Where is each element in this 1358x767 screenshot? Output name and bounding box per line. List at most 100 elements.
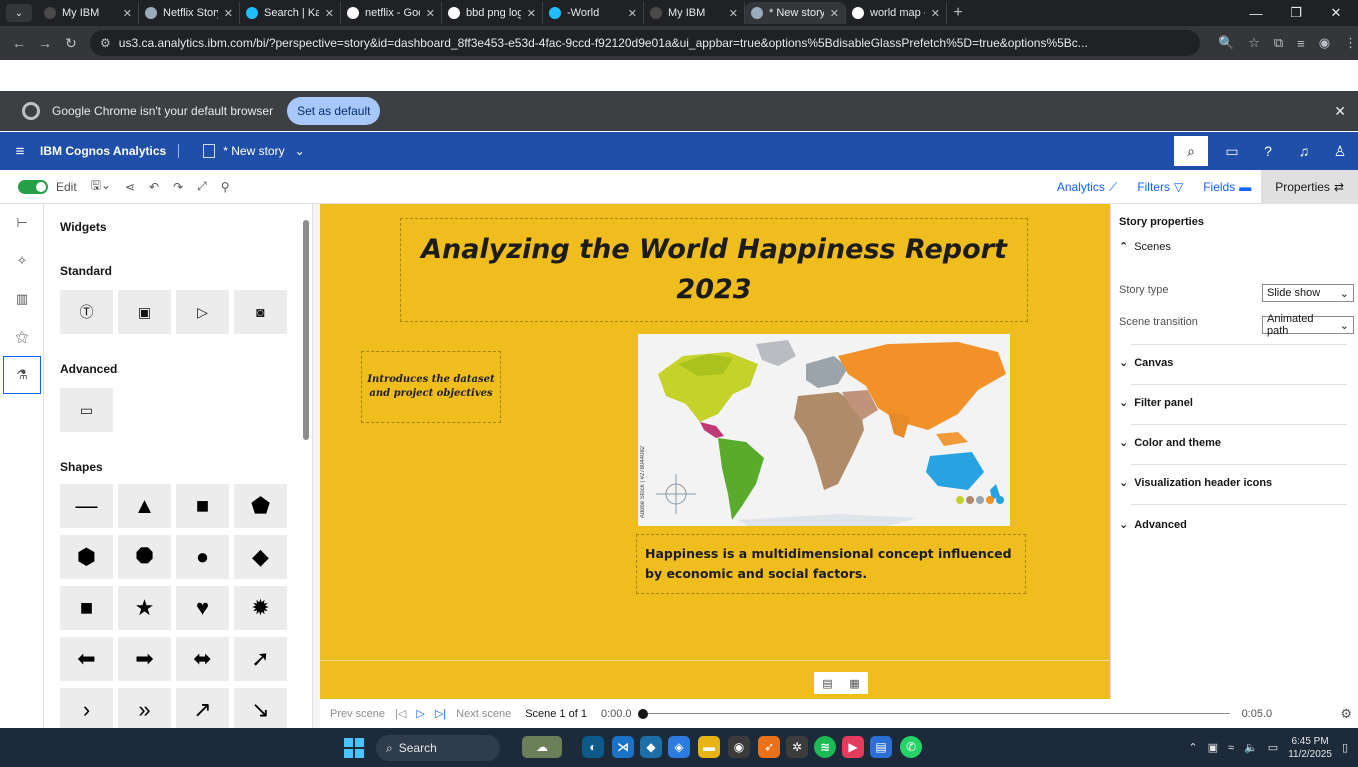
browser-tab[interactable]: netflix - Goo ✕ [341,2,442,24]
browser-tab[interactable]: My IBM ✕ [644,2,745,24]
back-icon[interactable]: ← [6,35,32,51]
tray-chevron-up-icon[interactable]: ⌃ [1188,741,1197,754]
whatsapp-icon[interactable]: ✆ [900,736,922,758]
browser-tab[interactable]: Netflix Story ✕ [139,2,240,24]
caption-text-widget[interactable]: Happiness is a multidimensional concept … [636,534,1026,594]
browser-tab[interactable]: My IBM ✕ [38,2,139,24]
maximize-icon[interactable]: ❐ [1276,0,1316,26]
chevron-shape[interactable]: › [60,688,113,728]
advanced-widget[interactable]: ▭ [60,388,113,432]
pentagon-shape[interactable]: ⬟ [234,484,287,528]
url-field[interactable]: ⚙ us3.ca.analytics.ibm.com/bi/?perspecti… [90,30,1200,56]
navigation-tree-icon[interactable]: ⊢ [0,204,44,242]
prev-scene-button[interactable]: Prev scene [330,708,385,720]
layout-grid-icon[interactable]: ▦ [849,677,859,690]
site-info-icon[interactable]: ⚙ [100,36,111,50]
tab-close-icon[interactable]: ✕ [527,7,536,20]
store-icon[interactable]: ◈ [668,736,690,758]
scene-transition-select[interactable]: Animated path ⌄ [1262,313,1354,337]
openai-icon[interactable]: ✲ [786,736,808,758]
minimize-icon[interactable]: — [1236,0,1276,26]
visualizations-icon[interactable]: ▥ [0,280,44,318]
reload-icon[interactable]: ↻ [58,35,84,52]
user-icon[interactable]: ♙ [1322,132,1358,170]
share-icon[interactable]: ⋖ [125,180,135,194]
save-icon[interactable]: 🖫⌄ [91,176,111,197]
properties-button[interactable]: Properties ⇄ [1261,170,1358,204]
tab-search-button[interactable]: ⌄ [6,4,32,22]
chevron-down-icon[interactable]: ⌄ [295,144,305,158]
forward-icon[interactable]: → [32,35,58,51]
tab-close-icon[interactable]: ✕ [224,7,233,20]
connector-down-shape[interactable]: ↘ [234,688,287,728]
tab-close-icon[interactable]: ✕ [830,7,839,20]
fields-button[interactable]: Fields ▬ [1193,180,1261,194]
pin-rail-icon[interactable]: ✧ [0,242,44,280]
timeline-settings-icon[interactable]: ⚙ [1340,706,1352,722]
triangle-shape[interactable]: ▲ [118,484,171,528]
copilot-icon[interactable]: ◐ [582,736,604,758]
edit-toggle[interactable] [18,179,48,194]
calendar-icon[interactable]: ▤ [870,736,892,758]
play-icon[interactable]: ▷ [416,707,424,720]
diamond-shape[interactable]: ◆ [234,535,287,579]
battery-icon[interactable]: ▭ [1268,741,1278,754]
image-widget[interactable]: ▣ [118,290,171,334]
profile-avatar[interactable]: ◉ [1319,35,1330,51]
arrow-curved-shape[interactable]: ➚ [234,637,287,681]
webpage-widget[interactable]: ◙ [234,290,287,334]
burst-shape[interactable]: ✹ [234,586,287,630]
tab-close-icon[interactable]: ✕ [426,7,435,20]
rounded-square-shape[interactable]: ■ [60,586,113,630]
expand-icon[interactable]: ⤢ [197,179,207,194]
redo-icon[interactable]: ↷ [173,180,183,194]
zoom-icon[interactable]: 🔍 [1218,35,1234,51]
canvas-section[interactable]: ⌄ Canvas [1119,356,1173,370]
pin-icon[interactable]: ⚲ [221,180,230,194]
chat-icon[interactable]: ▭ [1214,132,1250,170]
skip-end-icon[interactable]: ▷| [435,707,446,720]
notification-bell-icon[interactable]: ♫ [1286,132,1322,170]
browser-tab[interactable]: bbd png logo ✕ [442,2,543,24]
scrollbar-thumb[interactable] [303,220,309,440]
taskbar-search[interactable]: ⌕ Search [376,735,500,761]
connector-up-shape[interactable]: ↗ [176,688,229,728]
bookmark-star-icon[interactable]: ☆ [1248,35,1260,51]
widgets-scrollbar[interactable] [302,206,310,716]
next-scene-button[interactable]: Next scene [456,708,511,720]
extensions-icon[interactable]: ⧉ [1274,35,1283,51]
filters-button[interactable]: Filters ▽ [1127,180,1193,194]
viz-header-icons-section[interactable]: ⌄ Visualization header icons [1119,476,1272,490]
browser-tab[interactable]: * New story ✕ [745,2,846,24]
tab-close-icon[interactable]: ✕ [325,7,334,20]
text-widget[interactable]: Ⓣ [60,290,113,334]
story-name[interactable]: * New story [223,144,284,158]
set-as-default-button[interactable]: Set as default [287,97,381,125]
window-close-icon[interactable]: ✕ [1316,0,1356,26]
heart-shape[interactable]: ♥ [176,586,229,630]
double-chevron-shape[interactable]: » [118,688,171,728]
intro-text-widget[interactable]: Introduces the dataset and project objec… [361,351,501,423]
world-map-image[interactable]: Adobe Stock | #278044082 [638,334,1010,526]
star-shape[interactable]: ★ [118,586,171,630]
windows-start-icon[interactable] [344,738,364,758]
browser-tab[interactable]: -World ✕ [543,2,644,24]
timeline-scrubber[interactable] [637,708,648,719]
hamburger-menu-icon[interactable]: ≡ [0,143,40,160]
story-type-select[interactable]: Slide show ⌄ [1262,284,1354,302]
app-icon[interactable]: ◆ [640,736,662,758]
undo-icon[interactable]: ↶ [149,180,159,194]
tab-close-icon[interactable]: ✕ [123,7,132,20]
chrome-taskbar-icon[interactable]: ◉ [728,736,750,758]
browser-tab[interactable]: world map - ✕ [846,2,947,24]
analytics-button[interactable]: Analytics ⟋ [1047,180,1127,195]
tab-close-icon[interactable]: ✕ [628,7,637,20]
weather-widget-icon[interactable]: ☁ [522,736,562,758]
arrow-right-shape[interactable]: ➡ [118,637,171,681]
circle-shape[interactable]: ● [176,535,229,579]
notifications-icon[interactable]: ▯ [1342,741,1348,754]
vscode-icon[interactable]: ⋊ [612,736,634,758]
assistant-icon[interactable]: ⚝ [0,318,44,356]
search-icon[interactable]: ⌕ [1174,136,1208,166]
chrome-menu-icon[interactable]: ⋮ [1344,35,1357,51]
